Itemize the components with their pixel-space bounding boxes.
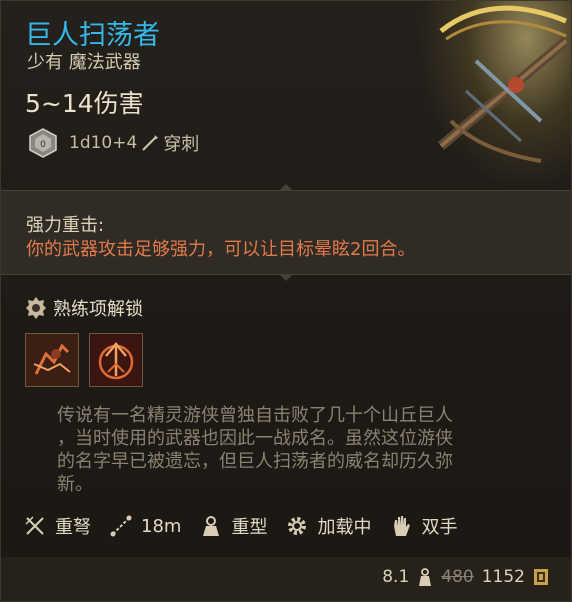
proficiency-label: 熟练项解锁 [53, 299, 143, 320]
skill-icon-1[interactable] [25, 333, 79, 387]
damage-type: 穿刺 [163, 134, 200, 155]
damage-range: 5~14伤害 [25, 89, 144, 118]
ability-description: 你的武器攻击足够强力，可以让目标晕眩2回合。 [26, 239, 416, 260]
divider-notch [280, 275, 292, 281]
crossbow-image [437, 5, 570, 163]
svg-text:0: 0 [40, 140, 46, 150]
lore-text: 传说有一名精灵游侠曾独自击败了几十个山丘巨人 ，当时使用的武器也因此一战成名。虽… [57, 404, 537, 496]
range-icon [110, 515, 132, 537]
gold-coin-icon [534, 569, 548, 585]
item-name: 巨人扫荡者 [25, 20, 160, 51]
property-two-handed[interactable]: 双手 [389, 513, 457, 539]
lore-line: 传说有一名精灵游侠曾独自击败了几十个山丘巨人 [57, 405, 453, 426]
hand-icon [394, 516, 411, 536]
pierce-icon [142, 135, 159, 151]
property-crossbow[interactable]: 重弩 [23, 513, 91, 539]
dice-formula: 1d10+4 [69, 133, 138, 153]
property-label: 重型 [231, 517, 268, 538]
original-price: 480 [441, 567, 474, 587]
proficiency-badge-icon [26, 297, 46, 319]
proficiency-row: 熟练项解锁 [25, 295, 143, 321]
lore-line: 新。 [57, 474, 93, 495]
lore-line: 的名字早已被遗忘，但巨人扫荡者的威名却历久弥 [57, 451, 453, 472]
item-price: 1152 [481, 567, 525, 587]
weight-price-row: 8.1 480 1152 [382, 567, 549, 587]
skill-icon [90, 334, 142, 386]
gear-icon [288, 517, 307, 535]
divider-notch [280, 184, 292, 190]
item-rarity-type: 少有 魔法武器 [27, 52, 141, 73]
damage-dice-row: 0 1d10+4 穿刺 [27, 127, 199, 159]
tooltip-header: 巨人扫荡者 少有 魔法武器 5~14伤害 0 1d10+4 穿刺 [1, 1, 571, 189]
property-heavy[interactable]: 重型 [199, 513, 267, 539]
lore-line: ，当时使用的武器也因此一战成名。虽然这位游侠 [57, 428, 453, 449]
property-loading[interactable]: 加载中 [285, 513, 371, 539]
skill-icon [26, 334, 78, 386]
crossbow-icon [25, 516, 44, 535]
weight-icon [419, 568, 432, 586]
property-label: 重弩 [55, 517, 91, 538]
item-image [421, 1, 571, 186]
skill-icon-2[interactable] [89, 333, 143, 387]
property-label: 双手 [421, 517, 458, 538]
properties-row: 重弩 18m 重型 加载中 双手 [23, 511, 475, 541]
item-tooltip: 巨人扫荡者 少有 魔法武器 5~14伤害 0 1d10+4 穿刺 强力重击: 你… [0, 0, 572, 602]
property-range[interactable]: 18m [109, 514, 181, 538]
heavy-icon [203, 516, 220, 536]
property-label: 加载中 [317, 517, 372, 538]
dice-icon: 0 [29, 128, 57, 158]
item-weight: 8.1 [382, 567, 410, 587]
ability-title: 强力重击: [26, 215, 105, 236]
property-label: 18m [141, 515, 182, 537]
